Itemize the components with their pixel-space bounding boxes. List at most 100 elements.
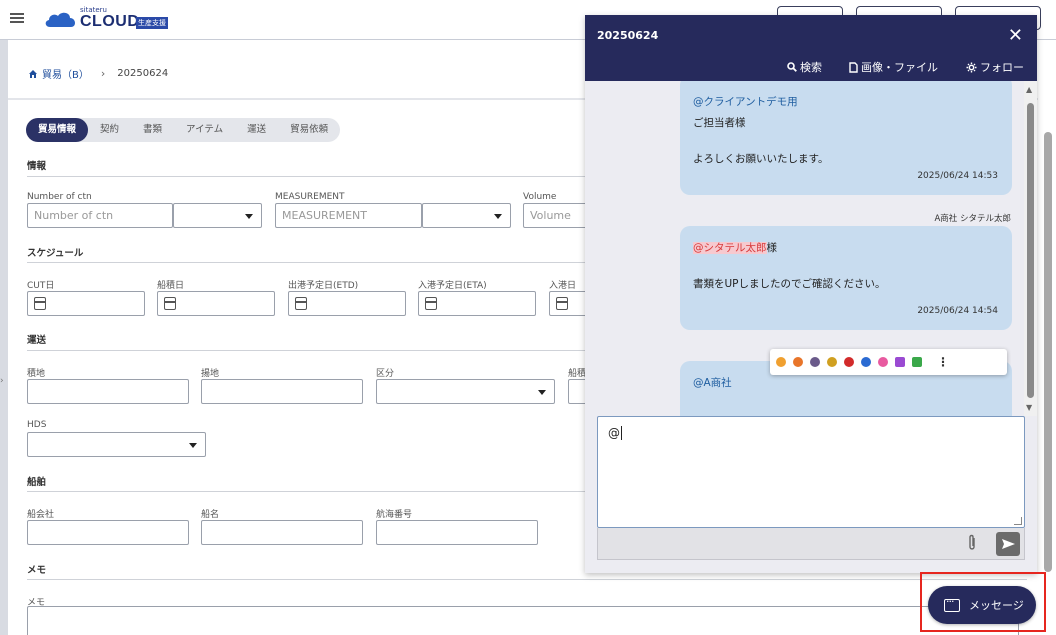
message-text: ご担当者様	[693, 117, 746, 129]
calendar-icon[interactable]	[164, 297, 176, 310]
reaction-picker: ⋮	[770, 349, 1007, 375]
tab-trade-info[interactable]: 貿易情報	[26, 118, 89, 142]
close-icon[interactable]: ✕	[1008, 25, 1023, 46]
cut-date-label: CUT日	[27, 281, 55, 291]
section-schedule-title: スケジュール	[27, 248, 84, 259]
reaction-red-circle-icon[interactable]	[844, 357, 854, 367]
logo[interactable]: sitateru CLOUD 生産支援	[44, 6, 184, 32]
eta-input[interactable]	[418, 291, 536, 316]
reaction-blue-circle-icon[interactable]	[861, 357, 871, 367]
search-icon	[787, 62, 797, 72]
chat-follow-button[interactable]: フォロー	[966, 59, 1024, 75]
message-mention[interactable]: @クライアントデモ用	[693, 96, 798, 108]
calendar-icon[interactable]	[425, 297, 437, 310]
arrival-date-label: 入港日	[549, 281, 577, 291]
message-mention[interactable]: @シタテル太郎	[693, 242, 767, 254]
tab-transport[interactable]: 運送	[235, 118, 278, 142]
measurement-unit-select[interactable]	[422, 203, 511, 228]
more-vertical-icon[interactable]: ⋮	[937, 355, 949, 369]
breadcrumb: 貿易（B） › 20250624	[28, 66, 168, 81]
compose-toolbar	[597, 528, 1025, 560]
chat-scrollbar-thumb[interactable]	[1027, 103, 1034, 398]
volume-input[interactable]: Volume	[523, 203, 588, 228]
page-scrollbar-thumb[interactable]	[1044, 132, 1052, 572]
divider	[27, 262, 597, 263]
section-memo-title: メモ	[27, 565, 47, 576]
chat-files-label: 画像・ファイル	[861, 61, 938, 74]
chat-messages: @クライアントデモ用 ご担当者様 よろしくお願いいたします。 2025/06/2…	[585, 81, 1025, 416]
gear-icon	[966, 62, 977, 72]
tab-trade-request[interactable]: 貿易依頼	[278, 118, 340, 142]
menu-icon[interactable]	[10, 13, 24, 23]
reaction-check-icon[interactable]	[912, 357, 922, 367]
voyage-no-input[interactable]	[376, 520, 538, 545]
unloading-port-input[interactable]	[201, 379, 363, 404]
tab-items[interactable]: アイテム	[174, 118, 235, 142]
reaction-eyes-icon[interactable]	[810, 357, 820, 367]
chat-search-button[interactable]: 検索	[787, 59, 822, 75]
divider	[27, 491, 597, 492]
shipping-company-input[interactable]	[27, 520, 189, 545]
ship-partial-label: 船積	[568, 369, 587, 379]
section-transport-title: 運送	[27, 335, 47, 346]
reaction-laugh-icon[interactable]	[878, 357, 888, 367]
memo-textarea[interactable]	[27, 606, 1019, 635]
hds-select[interactable]	[27, 432, 206, 457]
chevron-right-icon: ›	[100, 67, 106, 80]
eta-label: 入港予定日(ETA)	[418, 281, 487, 291]
category-select[interactable]	[376, 379, 555, 404]
message-compose-input[interactable]: @	[597, 416, 1025, 528]
section-ship-title: 船舶	[27, 477, 47, 488]
loading-port-input[interactable]	[27, 379, 189, 404]
reaction-heart-icon[interactable]	[895, 357, 905, 367]
message-mention[interactable]: @A商社	[693, 377, 732, 389]
message-mention-suffix: 様	[766, 242, 778, 254]
paperclip-icon[interactable]	[966, 534, 978, 552]
number-of-ctn-unit-select[interactable]	[173, 203, 262, 228]
reaction-face-icon[interactable]	[793, 357, 803, 367]
message-timestamp: 2025/06/24 14:53	[917, 171, 998, 181]
scroll-down-icon[interactable]: ▼	[1026, 403, 1032, 412]
voyage-no-label: 航海番号	[376, 510, 413, 520]
divider	[27, 579, 1027, 580]
chat-header: 20250624 ✕ 検索 画像・ファイル フォロー	[585, 15, 1037, 81]
calendar-icon[interactable]	[556, 297, 568, 310]
etd-input[interactable]	[288, 291, 406, 316]
loading-port-label: 積地	[27, 369, 46, 379]
reaction-thumbs-icon[interactable]	[776, 357, 786, 367]
measurement-label: MEASUREMENT	[275, 192, 345, 202]
tab-documents[interactable]: 書類	[131, 118, 174, 142]
tab-contract[interactable]: 契約	[88, 118, 131, 142]
calendar-icon[interactable]	[295, 297, 307, 310]
breadcrumb-home[interactable]: 貿易（B）	[28, 66, 89, 81]
chat-files-button[interactable]: 画像・ファイル	[849, 59, 938, 75]
divider	[27, 350, 597, 351]
send-icon	[1002, 539, 1015, 549]
loading-date-label: 船積日	[157, 281, 185, 291]
cut-date-input[interactable]	[27, 291, 145, 316]
chat-follow-label: フォロー	[980, 61, 1024, 74]
logo-name: CLOUD	[80, 13, 140, 30]
shipping-company-label: 船会社	[27, 510, 55, 520]
section-info-title: 情報	[27, 161, 47, 172]
message-timestamp: 2025/06/24 14:54	[917, 306, 998, 316]
number-of-ctn-label: Number of ctn	[27, 192, 92, 202]
resize-handle[interactable]	[1014, 517, 1022, 525]
reaction-person-icon[interactable]	[827, 357, 837, 367]
page-scrollbar[interactable]	[1038, 40, 1056, 635]
chat-scrollbar[interactable]: ▲ ▼	[1024, 81, 1037, 416]
highlight-box	[920, 572, 1046, 632]
scroll-up-icon[interactable]: ▲	[1026, 85, 1032, 94]
loading-date-input[interactable]	[157, 291, 275, 316]
left-gutter: ›	[0, 40, 8, 635]
calendar-icon[interactable]	[34, 297, 46, 310]
ship-name-label: 船名	[201, 510, 220, 520]
send-button[interactable]	[996, 532, 1020, 556]
logo-badge: 生産支援	[136, 17, 168, 29]
message-sender: A商社 シタテル太郎	[934, 214, 1011, 224]
arrival-date-input[interactable]	[549, 291, 589, 316]
number-of-ctn-input[interactable]: Number of ctn	[27, 203, 173, 228]
chevron-right-icon[interactable]: ›	[0, 376, 4, 386]
ship-name-input[interactable]	[201, 520, 363, 545]
measurement-input[interactable]: MEASUREMENT	[275, 203, 422, 228]
